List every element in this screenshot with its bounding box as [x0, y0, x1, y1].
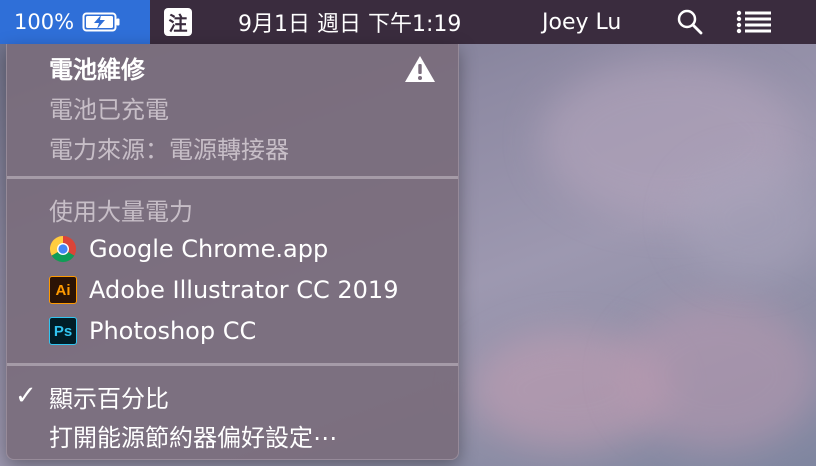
- app-label: Google Chrome.app: [89, 235, 329, 263]
- show-percentage-item[interactable]: 顯示百分比: [49, 377, 169, 415]
- illustrator-icon: Ai: [49, 276, 77, 304]
- notification-center-button[interactable]: [736, 0, 772, 44]
- list-icon: [736, 10, 771, 34]
- user-menu[interactable]: Joey Lu: [542, 0, 621, 44]
- apps-header: 使用大量電力: [49, 197, 193, 226]
- open-energy-saver-label: 打開能源節約器偏好設定⋯: [49, 423, 337, 452]
- open-energy-saver-item[interactable]: 打開能源節約器偏好設定⋯: [49, 416, 337, 454]
- app-item-photoshop[interactable]: Ps Photoshop CC: [49, 312, 256, 350]
- warning-icon: [405, 56, 435, 82]
- power-source: 電力來源：電源轉接器: [49, 135, 289, 164]
- menu-separator: [7, 176, 458, 179]
- battery-status: 電池已充電: [49, 95, 169, 124]
- clock-text: 9月1日 週日 下午1:19: [238, 12, 462, 37]
- user-name: Joey Lu: [542, 9, 622, 35]
- spotlight-button[interactable]: [676, 0, 704, 44]
- battery-condition-label: 電池維修: [49, 55, 145, 84]
- battery-dropdown-menu: 電池維修 電池已充電 電力來源：電源轉接器 使用大量電力 Google Chro…: [6, 44, 459, 460]
- clock[interactable]: 9月1日 週日 下午1:19: [238, 0, 461, 44]
- input-method-icon: 注: [164, 8, 192, 36]
- menu-bar: 100% 注 9月1日 週日 下午1:19 Joey Lu: [0, 0, 816, 44]
- chrome-icon: [49, 235, 77, 263]
- battery-condition[interactable]: 電池維修: [49, 48, 145, 86]
- search-icon: [677, 9, 703, 35]
- battery-percent: 100%: [14, 10, 75, 34]
- app-label: Adobe Illustrator CC 2019: [89, 276, 399, 304]
- menu-separator: [7, 363, 458, 366]
- show-percentage-label: 顯示百分比: [49, 384, 169, 413]
- input-method-menu[interactable]: 注: [164, 0, 192, 44]
- app-label: Photoshop CC: [89, 317, 257, 345]
- photoshop-icon: Ps: [49, 317, 77, 345]
- battery-menu-extra[interactable]: 100%: [0, 0, 150, 44]
- battery-charging-icon: [82, 12, 120, 32]
- checkmark-icon: ✓: [15, 381, 37, 411]
- app-item-illustrator[interactable]: Ai Adobe Illustrator CC 2019: [49, 271, 398, 309]
- app-item-chrome[interactable]: Google Chrome.app: [49, 230, 328, 268]
